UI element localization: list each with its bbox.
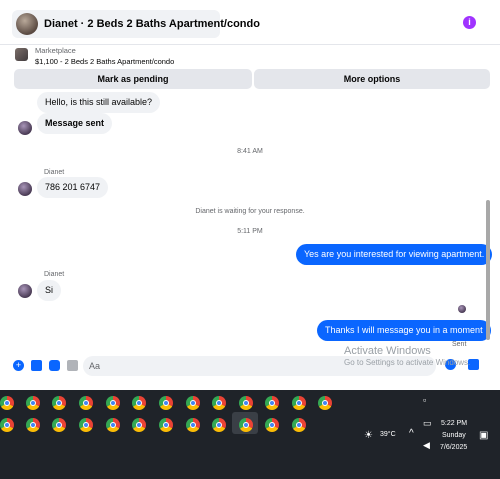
display-icon[interactable]: ▭ — [423, 418, 432, 429]
sender-name: Dianet — [44, 169, 65, 176]
message-input-placeholder: Aa — [89, 361, 101, 371]
chrome-app-icon[interactable] — [292, 418, 306, 432]
weather-icon[interactable]: ☀ — [364, 430, 373, 441]
timestamp: 5:11 PM — [237, 228, 263, 235]
chat-header: Dianet · 2 Beds 2 Baths Apartment/condo … — [0, 0, 500, 45]
chrome-app-icon[interactable] — [239, 396, 253, 410]
chrome-app-icon[interactable] — [212, 396, 226, 410]
chrome-app-icon[interactable] — [26, 418, 40, 432]
message-bubble[interactable]: Hello, is this still available? — [37, 92, 161, 113]
chrome-app-icon[interactable] — [106, 396, 120, 410]
conversation-title: Dianet · 2 Beds 2 Baths Apartment/condo — [44, 18, 260, 30]
chrome-app-icon[interactable] — [79, 418, 93, 432]
chrome-app-icon[interactable] — [186, 418, 200, 432]
chrome-app-icon[interactable] — [159, 418, 173, 432]
chevron-up-icon[interactable]: ^ — [409, 428, 414, 439]
chrome-app-icon[interactable] — [52, 418, 66, 432]
avatar — [16, 13, 38, 35]
chrome-app-icon[interactable] — [26, 396, 40, 410]
conversation-title-button[interactable]: Dianet · 2 Beds 2 Baths Apartment/condo — [12, 10, 260, 38]
message-bubble-outgoing[interactable]: Thanks I will message you in a moment — [317, 320, 491, 341]
clock-date[interactable]: 7/6/2025 — [440, 444, 467, 451]
sender-name: Dianet — [44, 271, 65, 278]
chrome-app-icon[interactable] — [265, 396, 279, 410]
taskbar: ☀ 39°C ^ ▫ ▭ ◀ 5:22 PM Sunday 7/6/2025 ▣ — [0, 390, 500, 479]
chrome-app-icon[interactable] — [52, 396, 66, 410]
mark-as-pending-button[interactable]: Mark as pending — [14, 69, 252, 89]
chrome-app-icon[interactable] — [132, 418, 146, 432]
activation-watermark-subtitle: Go to Settings to activate Windows. — [344, 358, 471, 367]
chrome-app-icon[interactable] — [212, 418, 226, 432]
timestamp: 8:41 AM — [237, 148, 263, 155]
chrome-app-icon[interactable] — [318, 396, 332, 410]
plus-icon[interactable]: + — [13, 360, 24, 371]
message-bubble[interactable]: Si — [37, 280, 62, 301]
image-icon[interactable] — [31, 360, 42, 371]
volume-icon[interactable]: ◀ — [423, 440, 430, 451]
chrome-app-icon[interactable] — [265, 418, 279, 432]
waiting-notice: Dianet is waiting for your response. — [195, 208, 305, 215]
scrollbar[interactable] — [486, 200, 490, 340]
avatar — [18, 284, 32, 298]
message-bubble[interactable]: Message sent — [37, 113, 113, 134]
chrome-app-icon[interactable] — [292, 396, 306, 410]
chrome-app-icon[interactable] — [79, 396, 93, 410]
chrome-app-icon[interactable] — [132, 396, 146, 410]
read-receipt-avatar — [458, 305, 466, 313]
chrome-app-icon[interactable] — [186, 396, 200, 410]
clock-day[interactable]: Sunday — [442, 432, 466, 439]
message-status: Sent — [452, 341, 467, 348]
chrome-app-icon[interactable] — [0, 418, 14, 432]
info-icon[interactable]: i — [463, 16, 476, 29]
chat-window: Dianet · 2 Beds 2 Baths Apartment/condo … — [0, 0, 500, 390]
chrome-app-icon[interactable] — [159, 396, 173, 410]
sticker-icon[interactable] — [49, 360, 60, 371]
clock-time[interactable]: 5:22 PM — [441, 420, 467, 427]
chrome-app-icon[interactable] — [239, 418, 253, 432]
listing-title[interactable]: $1,100 - 2 Beds 2 Baths Apartment/condo — [35, 57, 174, 66]
activation-watermark-title: Activate Windows — [344, 345, 431, 357]
network-icon[interactable]: ▫ — [423, 395, 426, 405]
chrome-app-icon[interactable] — [106, 418, 120, 432]
message-bubble-outgoing[interactable]: Yes are you interested for viewing apart… — [296, 244, 493, 265]
avatar — [18, 121, 32, 135]
notifications-icon[interactable]: ▣ — [479, 430, 488, 441]
avatar — [18, 182, 32, 196]
message-bubble[interactable]: 786 201 6747 — [37, 177, 109, 198]
chrome-app-icon[interactable] — [0, 396, 14, 410]
more-options-button[interactable]: More options — [254, 69, 490, 89]
weather-temp[interactable]: 39°C — [380, 431, 396, 438]
gif-icon[interactable] — [67, 360, 78, 371]
listing-thumbnail[interactable] — [15, 48, 28, 61]
marketplace-label: Marketplace — [35, 46, 76, 55]
